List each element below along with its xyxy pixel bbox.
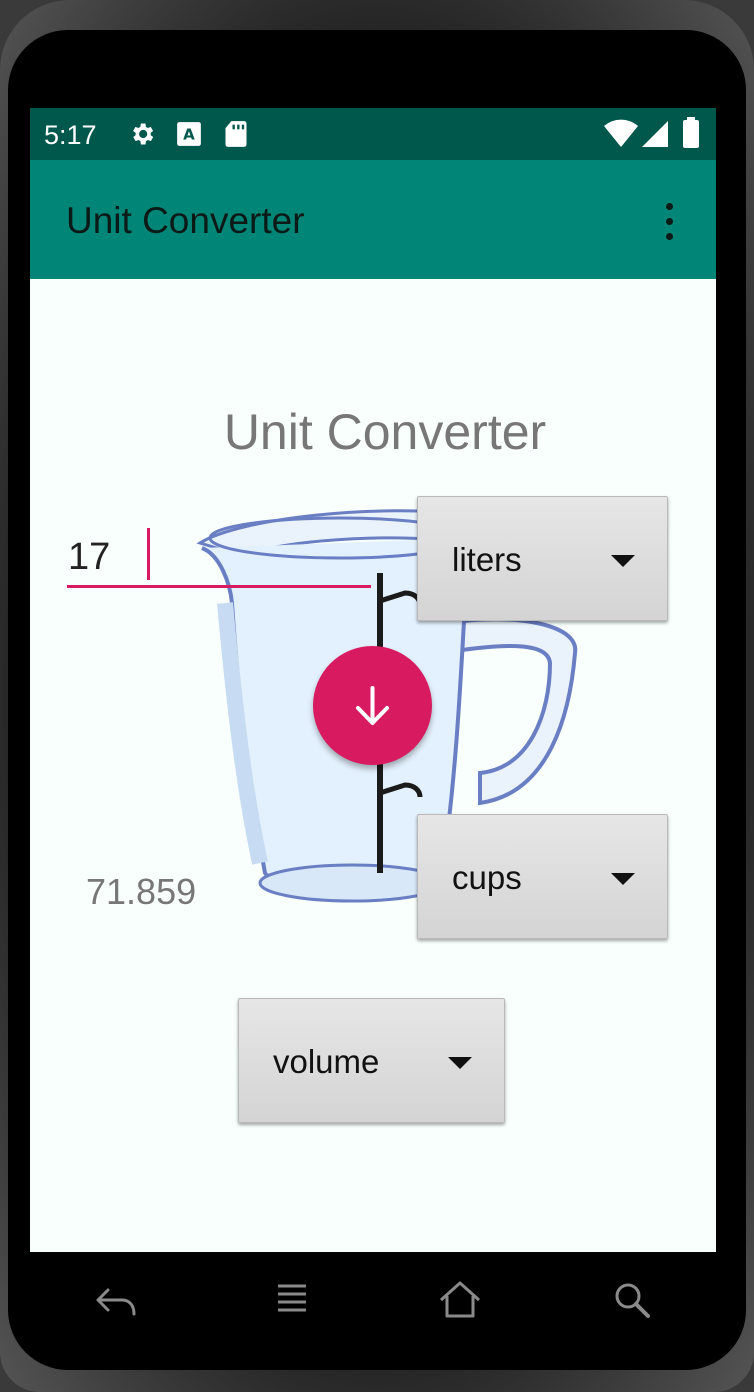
dropdown-arrow-icon xyxy=(611,555,635,567)
system-nav-bar xyxy=(0,1252,754,1352)
back-icon[interactable] xyxy=(94,1280,138,1320)
app-bar: Unit Converter xyxy=(30,160,716,279)
to-unit-label: cups xyxy=(452,859,522,896)
value-input[interactable]: 17 xyxy=(67,526,371,588)
settings-icon xyxy=(133,123,154,145)
status-bar: 5:17 A xyxy=(30,108,716,160)
app-screen: 5:17 A Unit Converter Unit Converter 17 … xyxy=(30,108,716,1252)
signal-icon xyxy=(642,121,668,147)
from-unit-label: liters xyxy=(452,541,522,578)
arrow-down-icon xyxy=(356,686,389,725)
page-heading: Unit Converter xyxy=(223,404,547,460)
dropdown-arrow-icon xyxy=(448,1057,472,1069)
text-cursor xyxy=(147,528,150,580)
home-icon[interactable] xyxy=(438,1280,482,1320)
result-value: 71.859 xyxy=(86,871,197,912)
convert-button[interactable] xyxy=(313,646,432,765)
dropdown-arrow-icon xyxy=(611,873,635,885)
value-input-text: 17 xyxy=(68,536,111,578)
category-spinner[interactable]: volume xyxy=(238,998,505,1123)
to-unit-spinner[interactable]: cups xyxy=(417,814,668,939)
category-label: volume xyxy=(273,1043,380,1080)
svg-text:A: A xyxy=(183,125,195,143)
from-unit-spinner[interactable]: liters xyxy=(417,496,668,621)
app-title: Unit Converter xyxy=(66,200,305,241)
menu-icon[interactable] xyxy=(276,1280,308,1320)
device-frame: 5:17 A Unit Converter Unit Converter 17 … xyxy=(0,0,754,1392)
wifi-icon xyxy=(604,119,638,147)
keyboard-a-icon: A xyxy=(177,122,201,146)
status-time: 5:17 xyxy=(44,120,97,150)
more-vert-icon[interactable] xyxy=(658,200,682,244)
battery-icon xyxy=(683,117,699,148)
sd-card-icon xyxy=(225,121,247,147)
search-icon[interactable] xyxy=(612,1280,652,1320)
